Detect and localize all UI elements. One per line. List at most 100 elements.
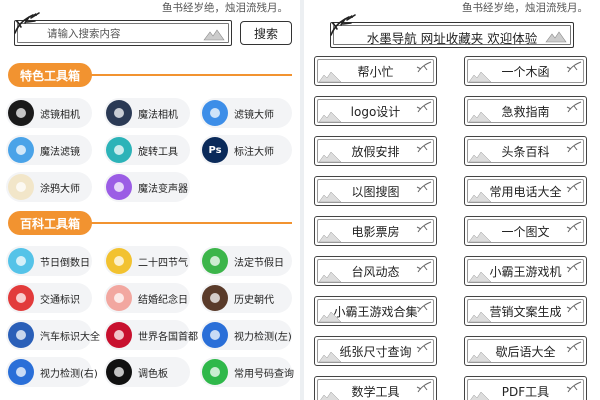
mountain-icon [470, 391, 490, 400]
ink-tree-icon [566, 301, 582, 313]
mountain-icon [469, 71, 491, 82]
tool-item[interactable]: 魔法滤镜 [6, 135, 92, 165]
eye-left-icon [202, 322, 228, 348]
section-rule [88, 74, 292, 76]
tool-label: 滤镜大师 [234, 109, 274, 121]
search-button[interactable]: 搜索 [240, 21, 292, 45]
tool-label: 调色板 [138, 368, 168, 380]
nav-link-label: 一个木函 [501, 64, 550, 79]
tool-item[interactable]: 结婚纪念日 [104, 283, 190, 313]
mountain-icon [469, 351, 491, 362]
tool-item[interactable]: 二十四节气 [104, 246, 190, 276]
nav-link-button[interactable]: 歇后语大全 [464, 336, 587, 366]
nav-link-button[interactable]: 营销文案生成 [464, 296, 587, 326]
tool-item[interactable]: 交通标识 [6, 283, 92, 313]
tool-item[interactable]: 魔法变声器 [104, 172, 190, 202]
tool-label: 汽车标识大全 [40, 331, 100, 343]
icon-glyph [114, 145, 124, 155]
tool-label: 二十四节气 [138, 257, 188, 269]
tool-label: 涂鸦大师 [40, 183, 80, 195]
mountain-icon [319, 71, 341, 82]
nav-link-button[interactable]: 以图搜图 [314, 176, 437, 206]
mountain-icon [203, 29, 225, 41]
nav-link-button[interactable]: 头条百科 [464, 136, 587, 166]
mountain-icon [319, 111, 341, 122]
nav-link-button[interactable]: 台风动态 [314, 256, 437, 286]
rotate-ring-icon [106, 137, 132, 163]
tool-item[interactable]: 世界各国首都 [104, 320, 198, 350]
nav-link-button[interactable]: 帮小忙 [314, 56, 437, 86]
ink-tree-icon [566, 261, 582, 273]
nav-link-label: 台风动态 [351, 264, 400, 279]
tool-item[interactable]: 法定节假日 [200, 246, 292, 276]
icon-glyph [16, 108, 26, 118]
mountain-icon [469, 111, 491, 122]
icon-glyph [114, 108, 124, 118]
icon-glyph [16, 256, 26, 266]
nav-title-banner: 水墨导航 网址收藏夹 欢迎体验 [330, 14, 574, 48]
tool-label: 视力检测(右) [40, 368, 98, 380]
ink-tree-icon [416, 221, 432, 233]
nav-link-label: PDF工具 [501, 384, 550, 399]
tool-item[interactable]: 视力检测(右) [6, 357, 98, 387]
ink-tree-icon [566, 221, 582, 233]
ink-tree-icon [416, 261, 432, 273]
nav-link-label: 常用电话大全 [489, 184, 562, 199]
ink-tree-icon [566, 341, 582, 353]
search-input[interactable] [47, 25, 197, 42]
nav-link-label: 放假安排 [351, 144, 400, 159]
tool-item[interactable]: 历史朝代 [200, 283, 292, 313]
icon-glyph [16, 367, 26, 377]
nav-link-button[interactable]: 数学工具 [314, 376, 437, 400]
nav-link-button[interactable]: 急救指南 [464, 96, 587, 126]
nav-link-button[interactable]: 小霸王游戏机 [464, 256, 587, 286]
icon-glyph [16, 145, 26, 155]
ink-tree-icon [416, 341, 432, 353]
tool-item[interactable]: 魔法相机 [104, 98, 190, 128]
nav-link-button[interactable]: 一个木函 [464, 56, 587, 86]
nav-link-button[interactable]: 纸张尺寸查询 [314, 336, 437, 366]
tool-label: 魔法变声器 [138, 183, 188, 195]
nav-link-button[interactable]: logo设计 [314, 96, 437, 126]
nav-link-label: 纸张尺寸查询 [339, 344, 412, 359]
phone-icon [202, 359, 228, 385]
icon-glyph [210, 256, 220, 266]
tool-label: 交通标识 [40, 294, 80, 306]
tool-label: 滤镜相机 [40, 109, 80, 121]
tool-label: 标注大师 [234, 146, 274, 158]
tool-item[interactable]: 调色板 [104, 357, 190, 387]
nav-link-label: 营销文案生成 [489, 304, 562, 319]
nav-link-button[interactable]: 常用电话大全 [464, 176, 587, 206]
tool-item[interactable]: 滤镜相机 [6, 98, 92, 128]
camera-lens-icon [8, 100, 34, 126]
tool-label: 历史朝代 [234, 294, 274, 306]
tool-item[interactable]: 常用号码查询 [200, 357, 294, 387]
magic-camera-icon [106, 100, 132, 126]
tool-label: 结婚纪念日 [138, 294, 188, 306]
tool-label: 节日倒数日 [40, 257, 90, 269]
nav-link-button[interactable]: 小霸王游戏合集 [314, 296, 437, 326]
mountain-icon [545, 31, 567, 43]
motto-text: 鱼书经岁绝，烛泪流残月。 [162, 2, 288, 14]
nav-link-label: 头条百科 [501, 144, 550, 159]
tool-item[interactable]: 涂鸦大师 [6, 172, 92, 202]
ink-tree-icon [416, 381, 432, 393]
nav-link-button[interactable]: 一个图文 [464, 216, 587, 246]
solar-terms-icon [106, 248, 132, 274]
nav-link-label: 以图搜图 [351, 184, 400, 199]
nav-link-button[interactable]: 电影票房 [314, 216, 437, 246]
tool-item[interactable]: 滤镜大师 [200, 98, 292, 128]
nav-link-button[interactable]: PDF工具 [464, 376, 587, 400]
tool-label: 魔法相机 [138, 109, 178, 121]
tool-item[interactable]: 汽车标识大全 [6, 320, 100, 350]
tool-item[interactable]: Ps 标注大师 [200, 135, 292, 165]
ink-tree-icon [566, 181, 582, 193]
nav-link-button[interactable]: 放假安排 [314, 136, 437, 166]
tool-label: 魔法滤镜 [40, 146, 80, 158]
no-entry-icon [8, 285, 34, 311]
nav-link-label: 数学工具 [351, 384, 400, 399]
ink-tree-icon [416, 141, 432, 153]
tool-item[interactable]: 旋转工具 [104, 135, 190, 165]
tool-item[interactable]: 视力检测(左) [200, 320, 292, 350]
tool-item[interactable]: 节日倒数日 [6, 246, 92, 276]
